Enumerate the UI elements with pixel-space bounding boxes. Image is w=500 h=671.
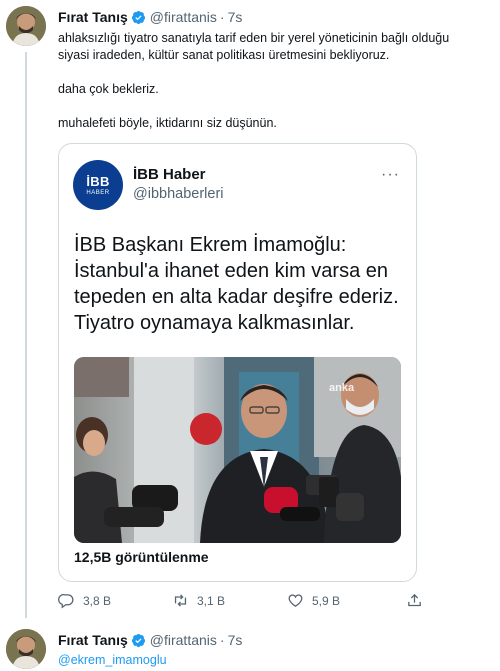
tweet-text-line: siyasi iradeden, kültür sanat politikası…: [58, 48, 390, 62]
retweet-button[interactable]: 3,1 B: [172, 592, 225, 609]
headline-line: İBB Başkanı Ekrem İmamoğlu:: [74, 234, 347, 256]
handle[interactable]: @firattanis: [150, 632, 217, 648]
quote-handle[interactable]: @ibbhaberleri: [133, 186, 224, 202]
verified-badge-icon: [131, 633, 145, 647]
tweet-actions: 3,8 B 3,1 B 5,9 B: [58, 592, 438, 614]
like-icon: [288, 594, 303, 607]
tweet-text-line: muhalefeti böyle, iktidarını siz düşünün…: [58, 116, 277, 130]
photo-illustration: anka: [74, 357, 401, 543]
share-icon: [408, 593, 421, 607]
press-conference-photo[interactable]: anka: [74, 357, 401, 543]
ibb-haber-logo[interactable]: İBB HABER: [73, 160, 123, 210]
tweet-header: Fırat Tanış @firattanis · 7s: [58, 632, 242, 648]
reply-button[interactable]: 3,8 B: [58, 592, 111, 609]
quote-tweet-card[interactable]: İBB HABER İBB Haber @ibbhaberleri ··· İB…: [58, 143, 417, 582]
tweet-body: @ekrem_imamoglu: [58, 652, 488, 669]
view-count: 12,5B görüntülenme: [74, 549, 209, 565]
logo-text: İBB: [86, 174, 110, 189]
separator-dot: ·: [219, 632, 225, 648]
retweet-icon: [174, 594, 187, 607]
retweet-count: 3,1 B: [197, 593, 226, 608]
separator-dot: ·: [219, 9, 225, 25]
tweet-body: ahlaksızlığı tiyatro sanatıyla tarif ede…: [58, 30, 488, 132]
share-button[interactable]: [406, 592, 431, 609]
photo-watermark: anka: [329, 382, 355, 394]
handle[interactable]: @firattanis: [150, 9, 217, 25]
headline-line: İstanbul'a ihanet eden kim varsa en: [74, 260, 389, 282]
avatar-photo: [6, 6, 46, 46]
timestamp[interactable]: 7s: [228, 9, 243, 25]
like-count: 5,9 B: [312, 593, 341, 608]
tweet-text-line: ahlaksızlığı tiyatro sanatıyla tarif ede…: [58, 31, 450, 45]
verified-badge-icon: [131, 10, 145, 24]
tweet-header: Fırat Tanış @firattanis · 7s: [58, 9, 242, 25]
quote-display-name[interactable]: İBB Haber: [133, 166, 206, 183]
tweet-text-line: daha çok bekleriz.: [58, 82, 159, 96]
mention-link[interactable]: @ekrem_imamoglu: [58, 653, 167, 667]
display-name[interactable]: Fırat Tanış: [58, 9, 128, 25]
timestamp[interactable]: 7s: [228, 632, 243, 648]
reply-icon: [58, 594, 74, 609]
avatar[interactable]: [6, 6, 46, 46]
logo-subtext: HABER: [86, 190, 110, 196]
avatar[interactable]: [6, 629, 46, 669]
like-button[interactable]: 5,9 B: [287, 592, 340, 609]
headline-line: Tiyatro oynamaya kalkmasınlar.: [74, 312, 355, 334]
more-options-icon[interactable]: ···: [381, 166, 400, 184]
quote-headline: İBB Başkanı Ekrem İmamoğlu: İstanbul'a i…: [74, 232, 414, 336]
reply-count: 3,8 B: [83, 593, 112, 608]
display-name[interactable]: Fırat Tanış: [58, 632, 128, 648]
headline-line: tepeden en alta kadar deşifre ederiz.: [74, 286, 399, 308]
avatar-photo: [6, 629, 46, 669]
thread-line: [25, 52, 27, 618]
